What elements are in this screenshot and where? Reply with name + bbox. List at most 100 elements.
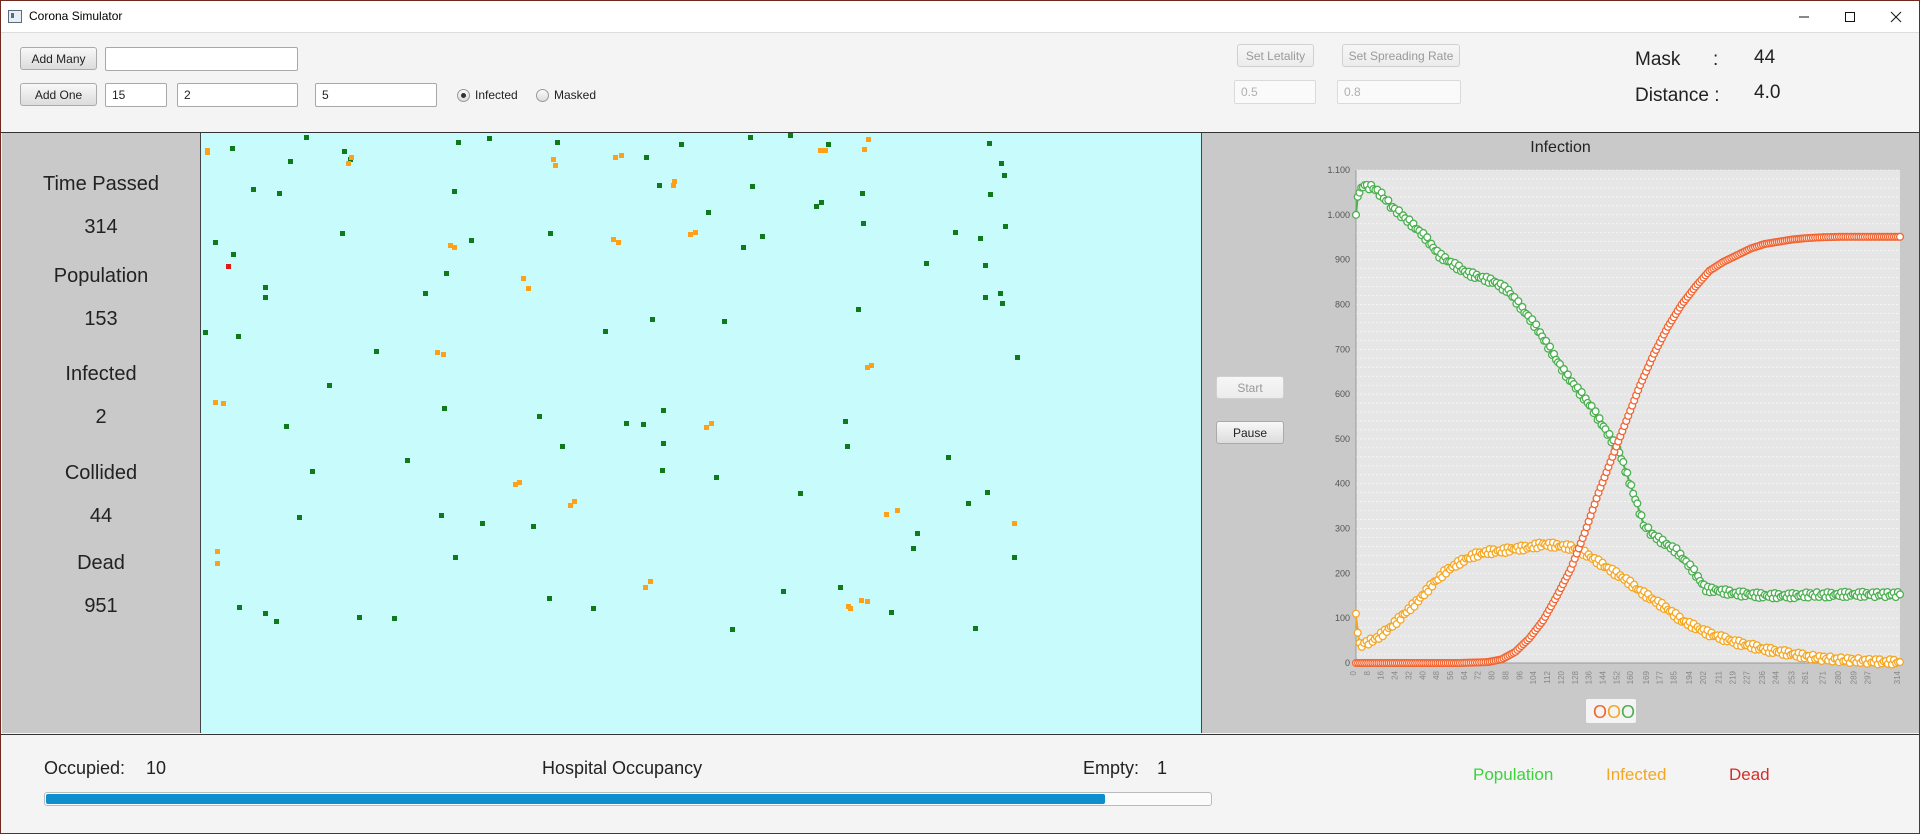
healthy-person-dot <box>469 238 474 243</box>
set-letality-button[interactable]: Set Letality <box>1237 44 1314 67</box>
infected-radio[interactable]: Infected <box>457 88 518 102</box>
healthy-person-dot <box>591 606 596 611</box>
infected-radio-label: Infected <box>475 88 518 102</box>
data-point <box>1353 628 1362 637</box>
x-tick-label: 24 <box>1391 670 1400 679</box>
x-tick-label: 236 <box>1758 670 1767 684</box>
y-tick-label: 500 <box>1335 434 1350 444</box>
window-title: Corona Simulator <box>29 9 123 23</box>
healthy-person-dot <box>547 596 552 601</box>
collided-value: 44 <box>89 505 113 527</box>
data-point <box>1351 210 1361 219</box>
data-point <box>1690 565 1699 574</box>
data-point <box>1895 590 1905 599</box>
infection-chart: 01002003004005006007008009001.0001.1000 8… <box>1327 165 1905 723</box>
chart-panel: Start Pause Infection 0 100 200 300 400 500 60… <box>1202 133 1919 733</box>
minimize-button[interactable] <box>1781 1 1827 32</box>
radio-selected-icon <box>457 88 470 102</box>
data-point <box>1545 342 1555 351</box>
x-tick-label: 8 <box>1363 670 1372 675</box>
data-point <box>1591 407 1600 416</box>
close-button[interactable] <box>1873 1 1919 32</box>
healthy-person-dot <box>978 236 983 241</box>
healthy-person-dot <box>973 626 978 631</box>
mask-label: Mask <box>1635 49 1681 70</box>
healthy-person-dot <box>251 187 256 192</box>
healthy-person-dot <box>1012 555 1017 560</box>
healthy-person-dot <box>263 285 268 290</box>
healthy-person-dot <box>660 468 665 473</box>
chart-legend-symbol: O <box>1621 702 1635 722</box>
add-many-count-field[interactable] <box>105 47 298 71</box>
infected-person-dot <box>869 363 874 368</box>
population-label: Population <box>53 265 149 287</box>
infected-person-dot <box>619 153 624 158</box>
infected-person-dot <box>215 549 220 554</box>
spreading-rate-field[interactable]: 0.8 <box>1337 80 1461 104</box>
infected-person-dot <box>441 352 446 357</box>
healthy-person-dot <box>1003 224 1008 229</box>
infected-person-dot <box>823 148 828 153</box>
healthy-person-dot <box>798 491 803 496</box>
add-one-field-2[interactable]: 2 <box>177 83 298 107</box>
healthy-person-dot <box>213 240 218 245</box>
y-tick-label: 600 <box>1335 389 1350 399</box>
set-spreading-rate-button[interactable]: Set Spreading Rate <box>1342 44 1460 67</box>
infected-person-dot <box>526 286 531 291</box>
add-one-field-1[interactable]: 15 <box>105 83 167 107</box>
y-tick-label: 200 <box>1335 568 1350 578</box>
add-one-button[interactable]: Add One <box>20 83 97 106</box>
dead-label: Dead <box>77 552 125 574</box>
infected-person-dot <box>572 499 577 504</box>
x-tick-label: 261 <box>1801 670 1810 684</box>
healthy-person-dot <box>439 513 444 518</box>
x-tick-label: 289 <box>1850 670 1859 684</box>
infected-person-dot <box>613 155 618 160</box>
healthy-person-dot <box>452 189 457 194</box>
x-tick-label: 314 <box>1893 670 1902 684</box>
healthy-person-dot <box>442 406 447 411</box>
healthy-person-dot <box>861 221 866 226</box>
healthy-person-dot <box>985 490 990 495</box>
add-many-button[interactable]: Add Many <box>20 47 97 70</box>
healthy-person-dot <box>231 252 236 257</box>
x-tick-label: 253 <box>1787 670 1796 684</box>
data-point <box>1627 481 1636 490</box>
app-window: Corona Simulator Add Many Add One 15 2 5… <box>0 0 1920 834</box>
infected-person-dot <box>521 276 526 281</box>
healthy-person-dot <box>327 383 332 388</box>
healthy-person-dot <box>788 133 793 138</box>
distance-value: 4.0 <box>1754 82 1781 103</box>
letality-field[interactable]: 0.5 <box>1234 80 1316 104</box>
healthy-person-dot <box>946 455 951 460</box>
radio-unselected-icon <box>536 88 549 102</box>
chart-legend-symbol: O <box>1607 702 1621 722</box>
add-one-field-3[interactable]: 5 <box>315 83 437 107</box>
x-tick-label: 88 <box>1501 670 1510 679</box>
infected-person-dot <box>672 179 677 184</box>
healthy-person-dot <box>826 142 831 147</box>
simulation-canvas[interactable] <box>201 133 1202 733</box>
healthy-person-dot <box>624 421 629 426</box>
x-tick-label: 280 <box>1834 670 1843 684</box>
healthy-person-dot <box>661 441 666 446</box>
maximize-button[interactable] <box>1827 1 1873 32</box>
occupied-value: 10 <box>146 758 167 778</box>
healthy-person-dot <box>748 135 753 140</box>
infected-person-dot <box>205 150 210 155</box>
x-tick-label: 96 <box>1515 670 1524 679</box>
healthy-person-dot <box>480 521 485 526</box>
maximize-icon <box>1845 11 1855 22</box>
healthy-person-dot <box>444 271 449 276</box>
occupied-label: Occupied: <box>44 758 126 778</box>
healthy-person-dot <box>750 184 755 189</box>
healthy-person-dot <box>456 140 461 145</box>
data-point <box>1637 511 1646 520</box>
x-tick-label: 211 <box>1715 670 1724 683</box>
masked-radio[interactable]: Masked <box>536 88 596 102</box>
healthy-person-dot <box>838 585 843 590</box>
infected-person-dot <box>848 606 853 611</box>
masked-radio-label: Masked <box>554 88 597 102</box>
healthy-person-dot <box>453 555 458 560</box>
x-tick-label: 160 <box>1626 670 1635 684</box>
